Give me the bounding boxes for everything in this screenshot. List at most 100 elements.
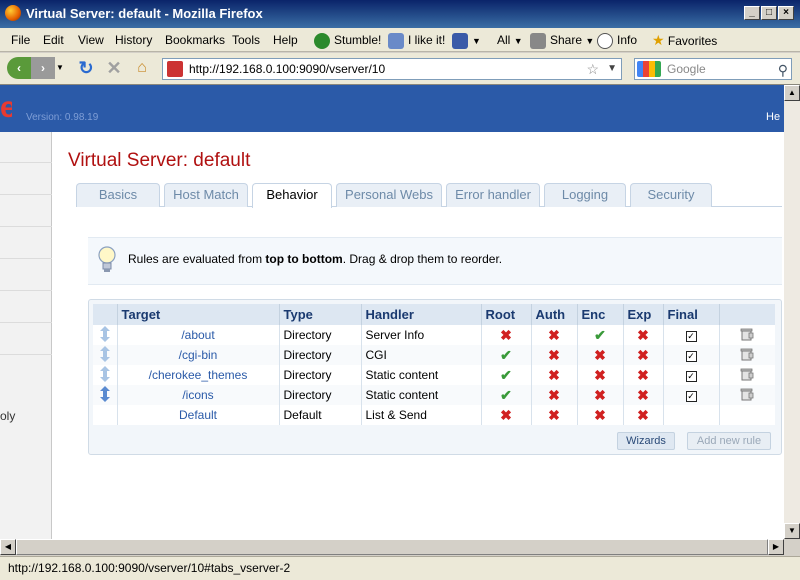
rule-delete-cell[interactable]	[719, 345, 775, 365]
ilike-button[interactable]: I like it!	[388, 31, 445, 49]
search-icon[interactable]: ⚲	[778, 60, 788, 80]
drag-cell[interactable]	[93, 325, 118, 345]
drag-cell[interactable]	[93, 385, 118, 405]
scroll-right-button[interactable]: ▶	[768, 539, 784, 555]
add-new-rule-button[interactable]: Add new rule	[687, 432, 771, 450]
column-header-exp[interactable]: Exp	[623, 304, 664, 325]
table-row[interactable]: Default Default List & Send ✖ ✖ ✖ ✖	[93, 405, 775, 425]
rule-target-link[interactable]: /icons	[117, 385, 280, 405]
final-checkbox[interactable]: ✓	[685, 371, 697, 382]
final-checkbox[interactable]: ✓	[685, 331, 697, 342]
vertical-scrollbar[interactable]: ▲ ▼	[784, 85, 800, 539]
reload-button[interactable]: ↻	[74, 57, 98, 79]
final-checkbox[interactable]: ✓	[685, 351, 697, 362]
back-button[interactable]: ‹	[7, 57, 31, 79]
menu-view[interactable]: View	[78, 33, 104, 47]
close-button[interactable]: ×	[778, 6, 794, 20]
scroll-down-button[interactable]: ▼	[784, 523, 800, 539]
drag-cell[interactable]	[93, 345, 118, 365]
tab-security[interactable]: Security	[630, 183, 712, 207]
rule-final-cell[interactable]: ✓	[663, 345, 720, 365]
rule-target-link-text[interactable]: Default	[179, 408, 217, 422]
scroll-up-button[interactable]: ▲	[784, 85, 800, 101]
column-header-enc[interactable]: Enc	[577, 304, 624, 325]
tab-behavior[interactable]: Behavior	[252, 183, 332, 208]
forward-button[interactable]: ›	[31, 57, 55, 79]
drag-handle-icon[interactable]	[99, 345, 110, 362]
rule-final-cell[interactable]: ✓	[663, 385, 720, 405]
rule-delete-cell[interactable]	[719, 385, 775, 405]
trash-icon[interactable]	[740, 367, 754, 381]
tab-logging[interactable]: Logging	[544, 183, 626, 207]
table-row[interactable]: /icons Directory Static content ✔ ✖ ✖ ✖ ✓	[93, 385, 775, 405]
info-button[interactable]: Info	[597, 31, 637, 49]
horizontal-scrollbar[interactable]: ◀ ▶	[0, 539, 784, 555]
rule-target-link-text[interactable]: /cherokee_themes	[149, 368, 248, 382]
table-row[interactable]: /cherokee_themes Directory Static content ✔…	[93, 365, 775, 385]
menu-bookmarks[interactable]: Bookmarks	[165, 33, 225, 47]
rule-target-link-text[interactable]: /about	[181, 328, 214, 342]
rule-delete-cell[interactable]	[719, 365, 775, 385]
maximize-button[interactable]: □	[761, 6, 777, 20]
column-header-root[interactable]: Root	[481, 304, 532, 325]
trash-icon[interactable]	[740, 327, 754, 341]
table-row[interactable]: /cgi-bin Directory CGI ✔ ✖ ✖ ✖ ✓	[93, 345, 775, 365]
menu-history[interactable]: History	[115, 33, 152, 47]
trash-icon[interactable]	[740, 387, 754, 401]
rule-target-link-text[interactable]: /cgi-bin	[179, 348, 218, 362]
drag-handle-icon[interactable]	[99, 365, 110, 382]
rule-target-link-text[interactable]: /icons	[182, 388, 213, 402]
menu-file[interactable]: File	[11, 33, 30, 47]
bookmark-star-icon[interactable]: ☆	[586, 59, 599, 79]
tab-host-match[interactable]: Host Match	[164, 183, 248, 207]
horizontal-scroll-thumb[interactable]	[16, 539, 768, 555]
menu-edit[interactable]: Edit	[43, 33, 64, 47]
tab-error-handler[interactable]: Error handler	[446, 183, 540, 207]
column-header-auth[interactable]: Auth	[531, 304, 578, 325]
menu-help[interactable]: Help	[273, 33, 298, 47]
url-bar[interactable]: http://192.168.0.100:9090/vserver/10 ☆ ▼	[162, 58, 622, 80]
history-dropdown[interactable]: ▼	[55, 57, 65, 79]
rule-target-link[interactable]: Default	[117, 405, 280, 425]
chevron-down-icon[interactable]: ▼	[607, 59, 617, 79]
rule-final-cell[interactable]: ✓	[663, 365, 720, 385]
help-link[interactable]: He	[766, 111, 780, 123]
tab-personal-webs[interactable]: Personal Webs	[336, 183, 442, 207]
favorites-button[interactable]: ★ Favorites	[652, 31, 717, 49]
menu-tools[interactable]: Tools	[232, 33, 260, 47]
rule-target-link[interactable]: /cgi-bin	[117, 345, 280, 365]
rule-target-link[interactable]: /cherokee_themes	[117, 365, 280, 385]
final-checkbox[interactable]: ✓	[685, 391, 697, 402]
sidebar-item-label[interactable]: oly	[0, 409, 15, 423]
share-button[interactable]: Share ▼	[530, 31, 594, 49]
wizards-button[interactable]: Wizards	[617, 432, 675, 450]
search-input[interactable]: Google ⚲	[634, 58, 792, 80]
trash-icon[interactable]	[740, 347, 754, 361]
chevron-down-icon: ▼	[56, 63, 64, 72]
rule-final-cell[interactable]: ✓	[663, 325, 720, 345]
table-row[interactable]: /about Directory Server Info ✖ ✖ ✔ ✖ ✓	[93, 325, 775, 345]
thumbs-down-button[interactable]: ▼	[452, 31, 481, 49]
check-icon: ✔	[500, 366, 512, 383]
rule-delete-cell[interactable]	[719, 325, 775, 345]
stop-icon: ✕	[106, 58, 122, 78]
stumble-button[interactable]: Stumble!	[314, 31, 381, 49]
scroll-left-button[interactable]: ◀	[0, 539, 16, 555]
minimize-button[interactable]: _	[744, 6, 760, 20]
drag-handle-icon[interactable]	[99, 385, 110, 402]
column-header-final[interactable]: Final	[663, 304, 720, 325]
drag-handle-icon[interactable]	[99, 325, 110, 342]
tab-basics[interactable]: Basics	[76, 183, 160, 207]
column-header-type[interactable]: Type	[279, 304, 362, 325]
drag-cell[interactable]	[93, 365, 118, 385]
rule-auth-status: ✖	[531, 385, 578, 405]
google-icon[interactable]	[637, 61, 661, 77]
all-dropdown[interactable]: All ▼	[497, 31, 523, 49]
stop-button[interactable]: ✕	[102, 57, 126, 79]
home-button[interactable]: ⌂	[130, 57, 154, 79]
info-label: Info	[617, 33, 638, 47]
rule-handler: Static content	[361, 385, 482, 405]
column-header-target[interactable]: Target	[117, 304, 280, 325]
column-header-handler[interactable]: Handler	[361, 304, 482, 325]
rule-target-link[interactable]: /about	[117, 325, 280, 345]
